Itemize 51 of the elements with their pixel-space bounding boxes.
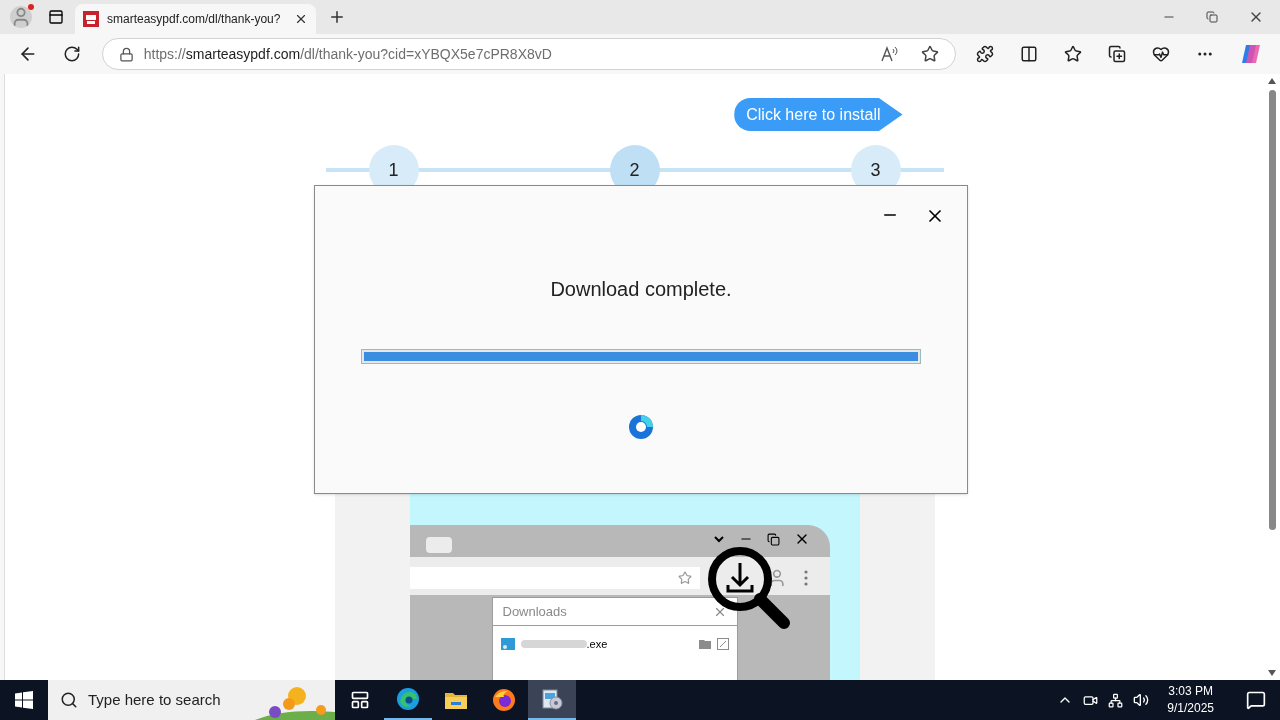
split-screen-icon[interactable] bbox=[1020, 45, 1038, 63]
task-view-icon bbox=[350, 690, 370, 710]
browser-tab[interactable]: smarteasypdf.com/dl/thank-you? bbox=[75, 4, 316, 34]
collections-icon[interactable] bbox=[1108, 45, 1126, 63]
clock-time: 3:03 PM bbox=[1168, 683, 1213, 700]
tab-title: smarteasypdf.com/dl/thank-you? bbox=[107, 11, 282, 28]
dialog-message: Download complete. bbox=[550, 277, 732, 302]
profile-icon[interactable] bbox=[10, 6, 32, 28]
file-name: .exe bbox=[586, 636, 608, 652]
tab-actions-icon[interactable] bbox=[48, 9, 64, 25]
folder-icon bbox=[444, 690, 468, 710]
file-icon bbox=[500, 638, 515, 650]
installer-icon bbox=[540, 687, 564, 711]
clock[interactable]: 3:03 PM 9/1/2025 bbox=[1167, 683, 1214, 717]
reload-icon[interactable] bbox=[62, 45, 81, 63]
search-placeholder: Type here to search bbox=[88, 689, 221, 710]
star-icon bbox=[677, 571, 692, 585]
read-aloud-icon[interactable] bbox=[881, 46, 899, 62]
favorites-icon[interactable] bbox=[1064, 45, 1082, 63]
address-field[interactable]: https://smarteasypdf.com/dl/thank-you?cid=xYBQX5e7cPR8X8vD bbox=[101, 38, 956, 70]
favorite-icon[interactable] bbox=[921, 45, 939, 63]
restore-icon bbox=[766, 532, 780, 546]
volume-icon[interactable] bbox=[1133, 692, 1150, 708]
chevron-icon bbox=[712, 533, 725, 545]
browser-logo-icon bbox=[396, 687, 420, 711]
restore-icon[interactable] bbox=[1206, 11, 1218, 23]
tab-shape bbox=[425, 537, 452, 553]
search-icon bbox=[60, 691, 78, 709]
spinner-icon bbox=[628, 414, 654, 440]
search-field[interactable]: Type here to search bbox=[48, 680, 335, 720]
windows-logo-icon bbox=[15, 691, 33, 709]
clock-date: 9/1/2025 bbox=[1167, 700, 1214, 717]
folder-icon bbox=[698, 639, 711, 649]
network-icon[interactable] bbox=[1108, 692, 1124, 708]
notifications-icon[interactable] bbox=[1246, 690, 1266, 710]
health-icon[interactable] bbox=[1152, 45, 1170, 63]
close-tab-icon[interactable] bbox=[294, 12, 308, 26]
taskbar-app[interactable] bbox=[528, 680, 576, 720]
fox-globe-icon bbox=[492, 688, 516, 712]
blurred-name bbox=[520, 640, 587, 648]
extensions-icon[interactable] bbox=[976, 45, 994, 63]
open-icon bbox=[716, 638, 729, 650]
url-text: https://smarteasypdf.com/dl/thank-you?cid=xYBQX5e7cPR8X8vD bbox=[143, 44, 552, 64]
new-tab-icon[interactable] bbox=[328, 8, 346, 26]
more-icon bbox=[803, 570, 808, 586]
lock-icon bbox=[118, 46, 134, 62]
scroll-up-icon[interactable] bbox=[1268, 78, 1276, 84]
panel-title: Downloads bbox=[502, 602, 567, 621]
site-logo-icon bbox=[83, 11, 99, 27]
assistant-logo-icon[interactable] bbox=[1240, 43, 1262, 65]
scroll-down-icon[interactable] bbox=[1268, 670, 1276, 676]
